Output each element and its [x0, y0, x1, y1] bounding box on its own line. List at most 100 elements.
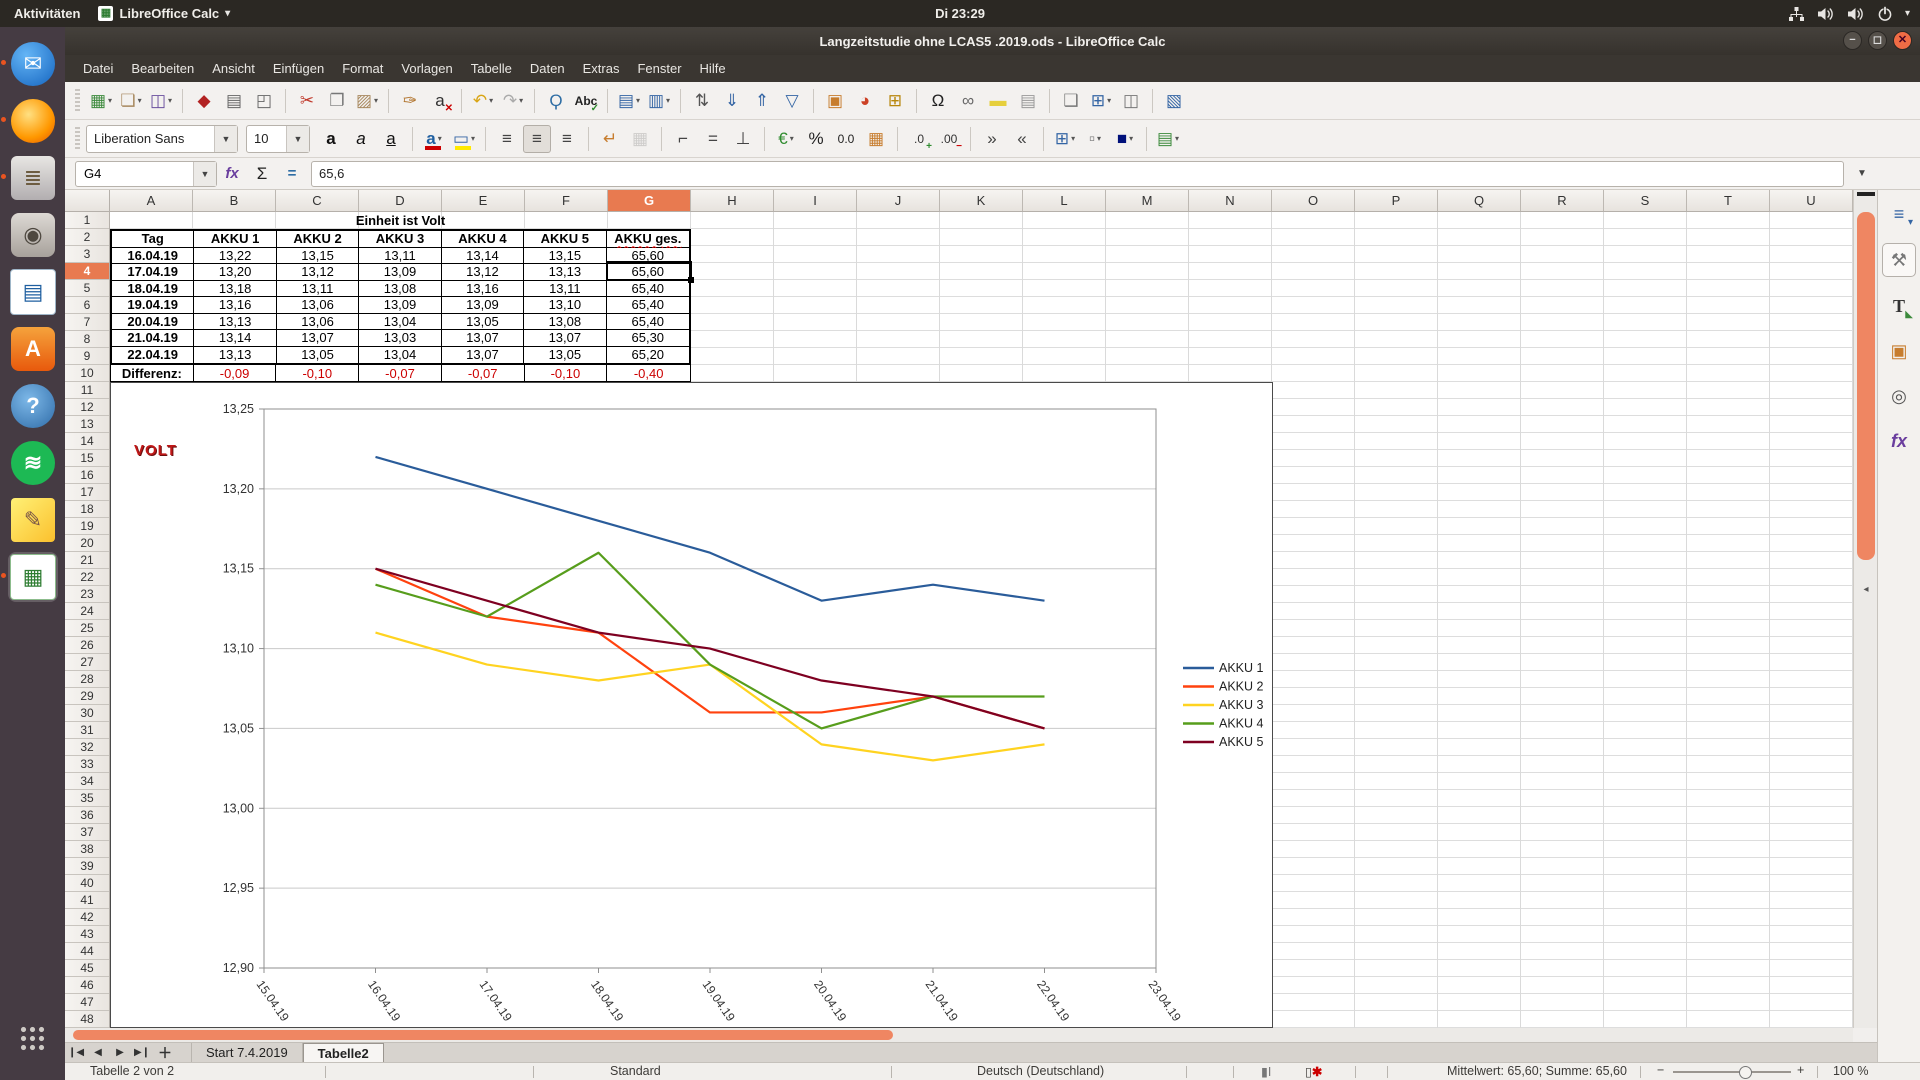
table-data-cell[interactable]: 13,13	[194, 347, 276, 364]
menu-bearbeiten[interactable]: Bearbeiten	[122, 57, 203, 80]
vertical-scrollbar[interactable]: ◂	[1853, 190, 1877, 1028]
clear-formatting-icon[interactable]: a✕	[426, 87, 454, 115]
table-data-cell[interactable]: 13,04	[359, 347, 441, 364]
thunderbird-icon[interactable]: ✉	[8, 39, 58, 89]
undo-icon[interactable]: ↶▾	[469, 87, 497, 115]
text-language[interactable]: Deutsch (Deutschland)	[977, 1064, 1104, 1078]
row-header-36[interactable]: 36	[65, 807, 109, 824]
table-data-cell[interactable]: 13,04	[359, 314, 441, 331]
row-header-20[interactable]: 20	[65, 535, 109, 552]
column-header-C[interactable]: C	[276, 190, 359, 211]
help-icon[interactable]: ?	[8, 381, 58, 431]
spelling-icon[interactable]: Abc✓	[572, 87, 600, 115]
autofilter-icon[interactable]: ▽	[778, 87, 806, 115]
headers-footers-icon[interactable]: ▤	[1014, 87, 1042, 115]
menu-ansicht[interactable]: Ansicht	[203, 57, 264, 80]
zoom-out-button[interactable]: −	[1657, 1063, 1664, 1077]
table-footer-cell[interactable]: -0,07	[359, 365, 442, 381]
column-header-T[interactable]: T	[1687, 190, 1770, 211]
save-icon[interactable]: ◫▾	[147, 87, 175, 115]
row-header-29[interactable]: 29	[65, 688, 109, 705]
row-header-34[interactable]: 34	[65, 773, 109, 790]
activities-button[interactable]: Aktivitäten	[14, 6, 80, 21]
table-header-cell[interactable]: Tag	[112, 231, 194, 248]
font-name-select[interactable]: Liberation Sans▼	[86, 125, 238, 153]
table-data-cell[interactable]: 13,14	[442, 248, 524, 265]
delete-decimal-icon[interactable]: .00−	[935, 125, 963, 153]
table-title[interactable]: Einheit ist Volt	[110, 212, 691, 229]
table-header-cell[interactable]: AKKU 4	[442, 231, 524, 248]
table-data-cell[interactable]: 13,14	[194, 330, 276, 347]
table-data-cell[interactable]: 13,09	[442, 297, 524, 314]
row-header-25[interactable]: 25	[65, 620, 109, 637]
app-menu[interactable]: ▦ LibreOffice Calc ▾	[98, 6, 230, 21]
row-header-47[interactable]: 47	[65, 994, 109, 1011]
select-all-corner[interactable]	[65, 190, 110, 212]
column-header-B[interactable]: B	[193, 190, 276, 211]
table-footer-cell[interactable]: Differenz:	[111, 365, 194, 381]
horizontal-scrollbar-thumb[interactable]	[73, 1030, 893, 1040]
styles-icon[interactable]: ◣T	[1883, 290, 1915, 322]
column-header-I[interactable]: I	[774, 190, 857, 211]
table-header-cell[interactable]: AKKU 2	[277, 231, 359, 248]
minimize-button[interactable]: −	[1843, 31, 1862, 50]
align-left-icon[interactable]: ≡	[493, 125, 521, 153]
table-data-cell[interactable]: 17.04.19	[112, 264, 194, 281]
table-data-cell[interactable]: 13,12	[277, 264, 359, 281]
row-header-33[interactable]: 33	[65, 756, 109, 773]
xournal-icon[interactable]: ✎	[8, 495, 58, 545]
sidebar-settings-icon[interactable]: ▾≡	[1883, 198, 1915, 230]
rhythmbox-icon[interactable]: ◉	[8, 210, 58, 260]
insert-column-icon[interactable]: ▥▾	[645, 87, 673, 115]
chart-object[interactable]: 13,2513,2013,1513,1013,0513,0012,9512,90…	[110, 382, 1273, 1028]
power-icon[interactable]	[1877, 6, 1893, 22]
center-vertically-icon[interactable]: =	[699, 125, 727, 153]
column-header-H[interactable]: H	[691, 190, 774, 211]
menu-tabelle[interactable]: Tabelle	[462, 57, 521, 80]
menu-hilfe[interactable]: Hilfe	[691, 57, 735, 80]
export-pdf-icon[interactable]: ◆	[190, 87, 218, 115]
column-header-Q[interactable]: Q	[1438, 190, 1521, 211]
table-data-cell[interactable]: 13,11	[359, 248, 441, 265]
column-header-L[interactable]: L	[1023, 190, 1106, 211]
zoom-in-button[interactable]: +	[1797, 1063, 1804, 1077]
date-format-icon[interactable]: ▦	[862, 125, 890, 153]
menu-vorlagen[interactable]: Vorlagen	[392, 57, 461, 80]
row-header-24[interactable]: 24	[65, 603, 109, 620]
special-character-icon[interactable]: Ω	[924, 87, 952, 115]
split-window-icon[interactable]: ◫	[1117, 87, 1145, 115]
row-header-9[interactable]: 9	[65, 348, 109, 365]
table-data-cell[interactable]: 13,12	[442, 264, 524, 281]
font-color-icon[interactable]: a▾	[420, 125, 448, 153]
chevron-down-icon[interactable]: ▼	[193, 162, 216, 186]
sort-ascending-icon[interactable]: ⇓	[718, 87, 746, 115]
row-header-43[interactable]: 43	[65, 926, 109, 943]
insert-image-icon[interactable]: ▣	[821, 87, 849, 115]
table-data-cell[interactable]: 13,11	[277, 281, 359, 298]
row-header-37[interactable]: 37	[65, 824, 109, 841]
copy-icon[interactable]: ❐	[323, 87, 351, 115]
row-header-46[interactable]: 46	[65, 977, 109, 994]
table-data-cell[interactable]: 13,07	[277, 330, 359, 347]
maximize-button[interactable]: ◻	[1868, 31, 1887, 50]
open-icon[interactable]: ❏▾	[117, 87, 145, 115]
find-replace-icon[interactable]: Ϙ	[542, 87, 570, 115]
column-header-O[interactable]: O	[1272, 190, 1355, 211]
libreoffice-writer-icon[interactable]: ▤	[8, 267, 58, 317]
table-data-cell[interactable]: 65,60	[607, 248, 689, 265]
row-header-12[interactable]: 12	[65, 399, 109, 416]
document-modified-icon[interactable]: ▯✱	[1305, 1064, 1322, 1079]
table-data-cell[interactable]: 13,16	[442, 281, 524, 298]
row-header-2[interactable]: 2	[65, 229, 109, 246]
row-header-10[interactable]: 10	[65, 365, 109, 382]
row-header-31[interactable]: 31	[65, 722, 109, 739]
name-box[interactable]: G4 ▼	[75, 161, 217, 187]
column-header-R[interactable]: R	[1521, 190, 1604, 211]
border-style-icon[interactable]: ▫▾	[1081, 125, 1109, 153]
clock[interactable]: Di 23:29	[0, 6, 1920, 21]
table-data-cell[interactable]: 65,40	[607, 297, 689, 314]
row-header-22[interactable]: 22	[65, 569, 109, 586]
row-header-15[interactable]: 15	[65, 450, 109, 467]
add-sheet-button[interactable]: ＋	[153, 1043, 177, 1062]
table-data-cell[interactable]: 13,10	[524, 297, 606, 314]
